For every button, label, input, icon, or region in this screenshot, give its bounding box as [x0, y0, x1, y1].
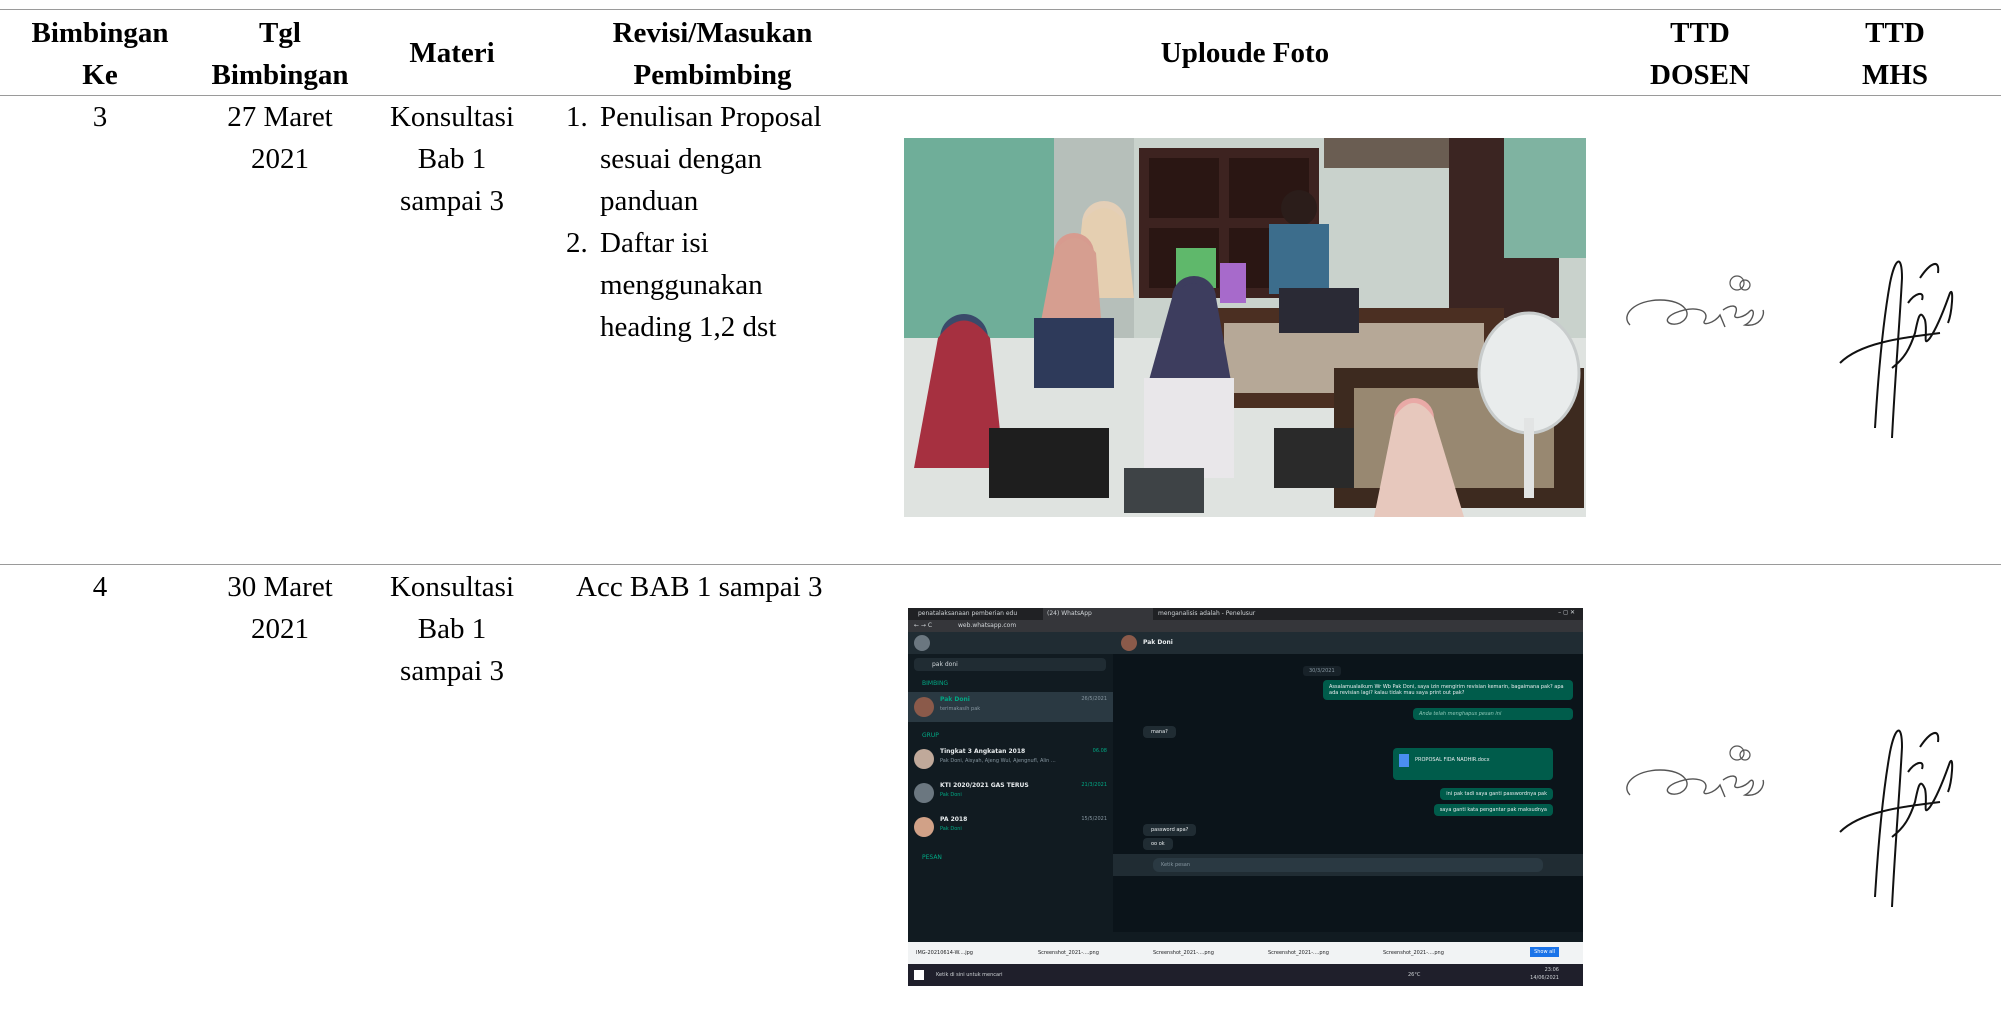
chat-item-pa2018[interactable]: PA 2018 Pak Doni 15/5/2021 [908, 812, 1113, 842]
row4-materi: Konsultasi Bab 1 sampai 3 [389, 571, 515, 687]
header-tgl-bimbingan: Tgl Bimbingan [211, 17, 349, 91]
document-icon [1399, 754, 1409, 767]
header-bimbingan-ke: Bimbingan Ke [31, 17, 169, 91]
header-uploude-foto: Uploude Foto [1160, 37, 1330, 69]
chat-time: 26/5/2021 [1081, 696, 1107, 702]
row3-revisi: 1. Penulisan Proposal sesuai dengan pand… [548, 96, 893, 348]
message-file[interactable]: PROPOSAL FIDA NADHIR.docx [1393, 748, 1553, 780]
clock-date: 14/06/2021 [1530, 975, 1559, 981]
tab-whatsapp[interactable]: (24) WhatsApp [1043, 608, 1153, 620]
header-revisi: Revisi/Masukan Pembimbing [612, 17, 813, 91]
message-in[interactable]: password apa? [1143, 824, 1197, 836]
chat-item-kti[interactable]: KTI 2020/2021 GAS TERUS Pak Doni 21/3/20… [908, 778, 1113, 808]
row4-tgl: 30 Maret 2021 [227, 571, 333, 645]
row3-tgl: 27 Maret 2021 [227, 101, 333, 175]
mhs-signature-row3 [1830, 238, 1960, 448]
windows-start-icon[interactable] [914, 970, 924, 980]
file-name: PROPOSAL FIDA NADHIR.docx [1415, 757, 1490, 763]
conversation-pane: Pak Doni 30/3/2021 Assalamualaikum Wr Wb… [1113, 632, 1583, 932]
message-out[interactable]: saya ganti kata pengantar pak maksudnya [1433, 804, 1553, 816]
avatar [914, 749, 934, 769]
message-in[interactable]: oo ok [1143, 838, 1173, 850]
download-item[interactable]: Screenshot_2021-....png [1153, 950, 1214, 956]
group-study-photo [904, 138, 1586, 517]
message-in[interactable]: mana? [1143, 726, 1176, 738]
windows-taskbar: Ketik di sini untuk mencari 26°C 23:06 1… [908, 964, 1583, 986]
address-bar: ← → C web.whatsapp.com [908, 620, 1583, 632]
revisi-item-1: 1. Penulisan Proposal sesuai dengan pand… [566, 101, 822, 217]
header-ttd-mhs: TTD MHS [1861, 17, 1929, 91]
message-out[interactable]: Assalamualaikum Wr Wb Pak Doni, saya izi… [1323, 680, 1573, 700]
chat-name: Tingkat 3 Angkatan 2018 [940, 748, 1026, 755]
dosen-signature-row3 [1615, 265, 1795, 345]
section-bimbing: BIMBING [922, 680, 949, 687]
chat-list-header [908, 632, 1113, 654]
row-divider-rule [0, 564, 2001, 565]
section-grup: GRUP [922, 732, 939, 739]
chat-list-pane: pak doni BIMBING Pak Doni terimakasih pa… [908, 632, 1113, 932]
header-materi: Materi [409, 37, 495, 69]
weather-text: 26°C [1408, 972, 1421, 978]
message-out[interactable]: ini pak tadi saya ganti passwordnya pak [1440, 788, 1553, 800]
url-text[interactable]: web.whatsapp.com [958, 622, 1016, 629]
chat-item-pak-doni[interactable]: Pak Doni terimakasih pak 26/5/2021 [908, 692, 1113, 722]
row4-revisi: Acc BAB 1 sampai 3 [576, 571, 823, 603]
row3-ke: 3 [92, 101, 108, 133]
section-pesan: PESAN [922, 854, 942, 861]
nav-arrows-icon[interactable]: ← → C [914, 622, 932, 629]
tab-menganalisis[interactable]: menganalisis adalah - Penelusur [1158, 610, 1278, 617]
clock-time: 23:06 [1544, 967, 1559, 973]
search-input[interactable]: pak doni [914, 658, 1106, 671]
message-input[interactable]: Ketik pesan [1153, 858, 1543, 872]
tab-penatalaksanaan[interactable]: penatalaksanaan pemberian edu [918, 610, 1038, 617]
chat-item-tingkat3[interactable]: Tingkat 3 Angkatan 2018 Pak Doni, Aisyah… [908, 744, 1113, 774]
contact-name: Pak Doni [1143, 639, 1173, 646]
row3-materi: Konsultasi Bab 1 sampai 3 [389, 101, 515, 217]
date-chip: 30/3/2021 [1303, 666, 1341, 676]
chat-time: 21/3/2021 [1081, 782, 1107, 788]
table-top-rule [0, 9, 2001, 10]
chat-preview: Pak Doni [940, 792, 962, 798]
window-controls-icon[interactable]: – ◻ ✕ [1558, 609, 1575, 616]
browser-tab-bar: penatalaksanaan pemberian edu (24) Whats… [908, 608, 1583, 620]
conversation-header: Pak Doni [1113, 632, 1583, 654]
chat-preview: Pak Doni [940, 826, 962, 832]
chat-time: 06.08 [1092, 748, 1107, 754]
revisi-item-2: 2. Daftar isi menggunakan heading 1,2 ds… [566, 227, 777, 343]
download-item[interactable]: Screenshot_2021-....png [1038, 950, 1099, 956]
avatar[interactable] [914, 635, 930, 651]
download-item[interactable]: Screenshot_2021-....png [1268, 950, 1329, 956]
avatar [914, 817, 934, 837]
chat-preview: terimakasih pak [940, 706, 981, 712]
show-all-button[interactable]: Show all [1530, 947, 1559, 957]
header-ttd-dosen: TTD DOSEN [1650, 17, 1750, 91]
avatar [914, 783, 934, 803]
taskbar-search[interactable]: Ketik di sini untuk mencari [936, 972, 1003, 978]
row4-ke: 4 [92, 571, 108, 603]
mhs-signature-row4 [1830, 707, 1960, 917]
chat-time: 15/5/2021 [1081, 816, 1107, 822]
download-item[interactable]: Screenshot_2021-....png [1383, 950, 1444, 956]
chat-preview: Pak Doni, Aisyah, Ajeng Wul, Ajengnufl, … [940, 758, 1056, 764]
whatsapp-chat-screenshot: penatalaksanaan pemberian edu (24) Whats… [908, 608, 1583, 986]
composer-bar: Ketik pesan [1113, 854, 1583, 876]
download-item[interactable]: IMG-20210614-W....jpg [916, 950, 973, 956]
avatar[interactable] [1121, 635, 1137, 651]
chat-name: Pak Doni [940, 696, 970, 703]
chat-name: KTI 2020/2021 GAS TERUS [940, 782, 1029, 789]
message-deleted[interactable]: Anda telah menghapus pesan ini [1413, 708, 1573, 720]
avatar [914, 697, 934, 717]
dosen-signature-row4 [1615, 735, 1795, 815]
downloads-bar: IMG-20210614-W....jpg Screenshot_2021-..… [908, 942, 1583, 964]
chat-name: PA 2018 [940, 816, 968, 823]
